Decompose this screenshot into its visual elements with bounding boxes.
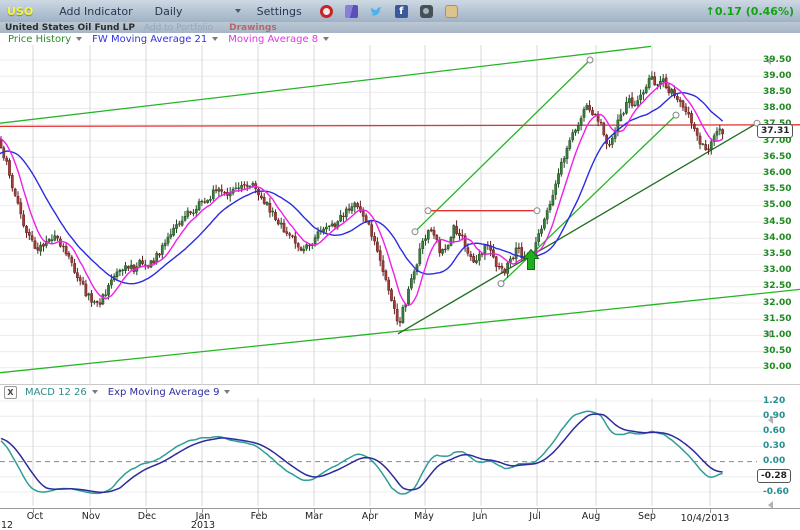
trendline-drawing[interactable] [0,289,800,372]
axis-tick-label: 32.00 [763,298,791,308]
axis-tick-label: 30.00 [763,362,791,372]
drawing-handle[interactable] [587,57,593,63]
axis-tick-label: 30.50 [763,346,791,356]
x-axis-line [0,508,800,509]
x-axis-tick [90,509,91,513]
axis-tick-label: 39.50 [763,55,791,65]
axis-tick-label: 0.90 [763,411,785,421]
last-price-label: 37.31 [757,124,793,138]
add-to-portfolio-link[interactable]: Add to Portfolio [144,23,213,33]
chevron-down-icon[interactable] [212,37,218,41]
axis-tick-label: 31.00 [763,330,791,340]
axis-tick-label: 10/4/2013 [681,513,730,524]
axis-tick-label: Aug [582,511,601,522]
axis-tick-label: Sep [638,511,656,522]
macd-value-label: -0.28 [757,469,791,483]
axis-marker-icon[interactable] [768,501,773,509]
axis-tick-label: 32.50 [763,281,791,291]
alerts-icon[interactable] [320,5,333,18]
signal-menu[interactable]: Exp Moving Average 9 [108,387,220,398]
axis-tick-label: 35.00 [763,200,791,210]
ma21-line [0,93,723,284]
axis-tick-label: 36.00 [763,168,791,178]
chevron-down-icon[interactable] [76,37,82,41]
main-toolbar: USO Add Indicator Daily Settings f ↑0.17… [0,0,800,23]
x-axis-tick [370,509,371,513]
ma21-menu[interactable]: FW Moving Average 21 [92,34,207,45]
drawing-handle[interactable] [412,229,418,235]
quote-change: ↑0.17 (0.46%) [706,5,794,18]
trendline-drawing[interactable] [0,46,651,123]
axis-tick-label: 0.00 [763,456,785,466]
axis-tick-label: 1.20 [763,396,785,406]
macd-chart-canvas[interactable] [0,398,800,510]
price-chart-canvas[interactable] [0,45,800,385]
x-axis-tick [596,509,597,513]
candles-up [40,76,721,322]
x-axis-tick [33,509,34,513]
facebook-icon[interactable]: f [395,5,408,18]
panel-separator [0,384,800,385]
chevron-down-icon[interactable] [323,37,329,41]
settings-button[interactable]: Settings [257,5,302,18]
twitter-icon[interactable] [370,5,383,18]
axis-tick-label: 39.00 [763,71,791,81]
axis-tick-label: Dec [138,511,156,522]
x-axis-tick [258,509,259,513]
drawings-menu[interactable]: Drawings [229,23,277,33]
timeframe-select[interactable]: Daily [155,5,227,18]
cube-app-icon[interactable] [345,5,358,18]
ma8-line [0,82,723,305]
x-axis-tick [146,509,147,513]
axis-tick-label: 0.60 [763,426,785,436]
share-hand-icon[interactable] [445,5,458,18]
price-history-menu[interactable]: Price History [8,34,71,45]
axis-tick-label: 38.50 [763,87,791,97]
axis-tick-label: Nov [82,511,101,522]
up-arrow-icon: ↑ [706,5,715,18]
axis-tick-label: Feb [251,511,268,522]
x-axis-tick [481,509,482,513]
axis-tick-label: 33.00 [763,265,791,275]
chevron-down-icon[interactable] [92,390,98,394]
company-name: United States Oil Fund LP [5,23,135,33]
drawing-handle[interactable] [498,281,504,287]
x-axis-tick [425,509,426,513]
axis-tick-label: 34.00 [763,233,791,243]
drawing-handle[interactable] [534,208,540,214]
axis-tick-label: 35.50 [763,184,791,194]
drawing-handle[interactable] [425,208,431,214]
axis-tick-label: May [414,511,434,522]
chevron-down-icon[interactable] [224,390,230,394]
axis-tick-label: 33.50 [763,249,791,259]
axis-tick-label: 2013 [191,520,215,530]
macd-menu[interactable]: MACD 12 26 [25,387,87,398]
axis-tick-label: 38.00 [763,103,791,113]
drawing-handle[interactable] [673,112,679,118]
axis-tick-label: Oct [27,511,43,522]
axis-tick-label: 34.50 [763,217,791,227]
symbol-label: USO [7,5,33,18]
charting-app: USO Add Indicator Daily Settings f ↑0.17… [0,0,800,530]
x-axis-tick [314,509,315,513]
axis-tick-label: -0.60 [763,487,789,497]
axis-tick-label: 12 [1,520,13,530]
axis-tick-label: Jul [529,511,540,522]
axis-tick-label: 31.50 [763,314,791,324]
axis-tick-label: 36.50 [763,152,791,162]
x-axis-tick [537,509,538,513]
add-indicator-button[interactable]: Add Indicator [59,5,132,18]
ma8-menu[interactable]: Moving Average 8 [228,34,318,45]
x-axis-tick [202,509,203,513]
axis-tick-label: Jun [473,511,488,522]
timeframe-caret-icon[interactable] [235,9,241,13]
x-axis-tick [652,509,653,513]
snapshot-camera-icon[interactable] [420,5,433,18]
axis-tick-label: 0.30 [763,441,785,451]
trendline-drawing[interactable] [398,123,757,334]
x-axis-tick [710,509,711,513]
signal-line [1,414,723,492]
